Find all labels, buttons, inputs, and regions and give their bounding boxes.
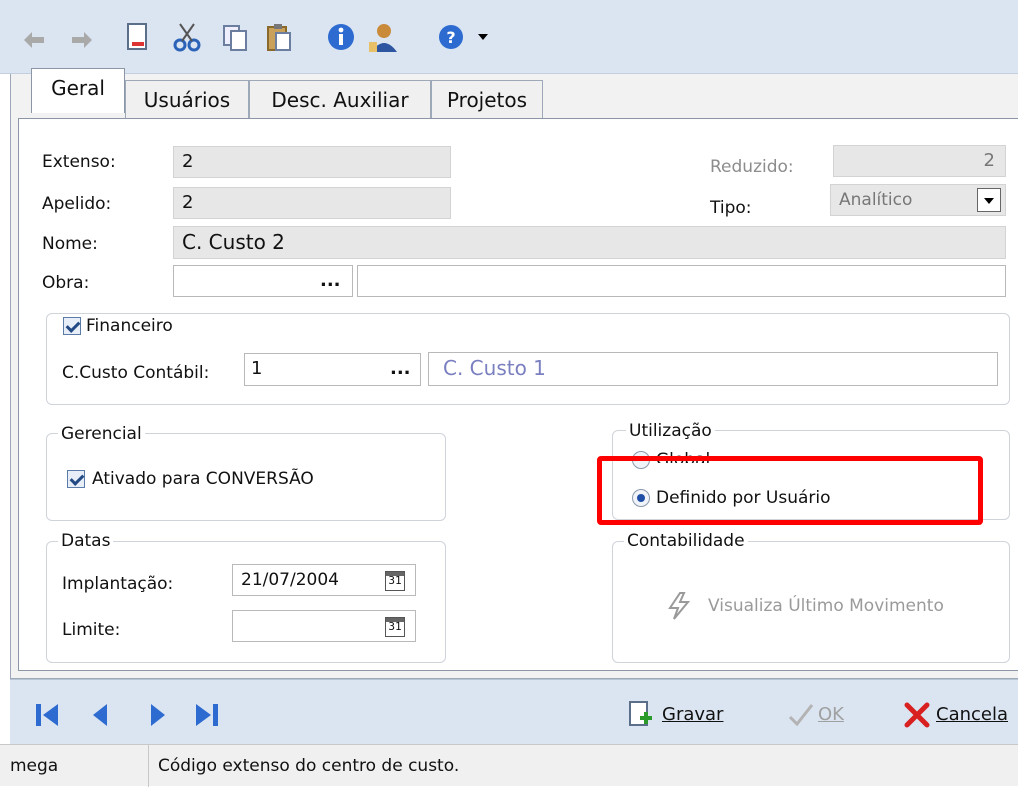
svg-text:?: ? xyxy=(446,28,455,47)
conversao-checkbox[interactable] xyxy=(67,470,85,488)
previous-record-icon[interactable] xyxy=(88,702,114,728)
status-left: mega xyxy=(10,756,59,776)
cancela-button[interactable]: Cancela xyxy=(936,704,1018,726)
last-record-icon[interactable] xyxy=(194,702,220,728)
save-icon[interactable] xyxy=(626,700,654,730)
financeiro-checkbox[interactable] xyxy=(63,317,81,335)
nome-label: Nome: xyxy=(42,234,98,254)
toolbar: ? xyxy=(0,0,1018,74)
limite-label: Limite: xyxy=(62,620,121,640)
check-icon xyxy=(788,704,814,727)
datas-group xyxy=(46,541,446,663)
user-icon[interactable] xyxy=(366,20,400,54)
tab-geral[interactable]: Geral xyxy=(31,68,125,113)
gravar-button[interactable]: Gravar xyxy=(662,704,723,726)
action-bar: Gravar OK Cancela xyxy=(10,679,1018,744)
status-message: Código extenso do centro de custo. xyxy=(158,756,460,776)
tab-desc-auxiliar[interactable]: Desc. Auxiliar xyxy=(249,80,431,119)
ccusto-lookup-button[interactable]: ... xyxy=(390,360,411,378)
red-highlight-box xyxy=(597,456,983,525)
copy-icon[interactable] xyxy=(218,20,252,54)
status-bar: mega Código extenso do centro de custo. xyxy=(0,744,1018,787)
info-icon[interactable] xyxy=(324,20,358,54)
obra-lookup-button[interactable]: ... xyxy=(320,272,341,290)
financeiro-label: Financeiro xyxy=(86,315,177,337)
obra-name-field[interactable] xyxy=(357,265,1006,297)
status-divider xyxy=(148,745,149,787)
tab-projetos[interactable]: Projetos xyxy=(431,80,543,119)
obra-label: Obra: xyxy=(42,273,90,293)
ccusto-name-field: C. Custo 1 xyxy=(428,352,998,386)
redo-icon[interactable] xyxy=(64,20,98,54)
apelido-label: Apelido: xyxy=(42,194,112,214)
lightning-icon xyxy=(668,592,691,620)
gerencial-title: Gerencial xyxy=(58,423,145,445)
visualiza-ultimo-movimento-button[interactable]: Visualiza Último Movimento xyxy=(708,595,944,617)
extenso-label: Extenso: xyxy=(42,152,116,172)
help-icon[interactable]: ? xyxy=(436,20,470,54)
cancel-x-icon[interactable] xyxy=(902,700,932,730)
contabilidade-title: Contabilidade xyxy=(624,530,748,552)
first-record-icon[interactable] xyxy=(34,702,60,728)
nome-field[interactable]: C. Custo 2 xyxy=(173,226,1006,259)
next-record-icon[interactable] xyxy=(144,702,170,728)
ccusto-contabil-label: C.Custo Contábil: xyxy=(62,363,210,383)
paste-icon[interactable] xyxy=(262,20,296,54)
reduzido-label: Reduzido: xyxy=(710,157,794,177)
cut-icon[interactable] xyxy=(170,20,204,54)
datas-title: Datas xyxy=(58,530,114,552)
chevron-down-icon[interactable] xyxy=(470,20,504,54)
apelido-field[interactable]: 2 xyxy=(173,187,451,219)
ok-button[interactable]: OK xyxy=(818,704,844,726)
conversao-label: Ativado para CONVERSÃO xyxy=(92,469,314,489)
undo-icon[interactable] xyxy=(18,20,52,54)
reduzido-field: 2 xyxy=(833,145,1006,177)
tipo-label: Tipo: xyxy=(710,198,752,218)
implantacao-label: Implantação: xyxy=(62,574,174,594)
new-document-icon[interactable] xyxy=(120,20,154,54)
tab-usuarios[interactable]: Usuários xyxy=(125,80,249,119)
extenso-field[interactable]: 2 xyxy=(173,146,451,178)
calendar-icon[interactable]: 31 xyxy=(385,617,405,637)
calendar-icon[interactable]: 31 xyxy=(385,571,405,591)
tipo-dropdown-button[interactable] xyxy=(977,188,1001,212)
utilizacao-title: Utilização xyxy=(626,420,715,442)
